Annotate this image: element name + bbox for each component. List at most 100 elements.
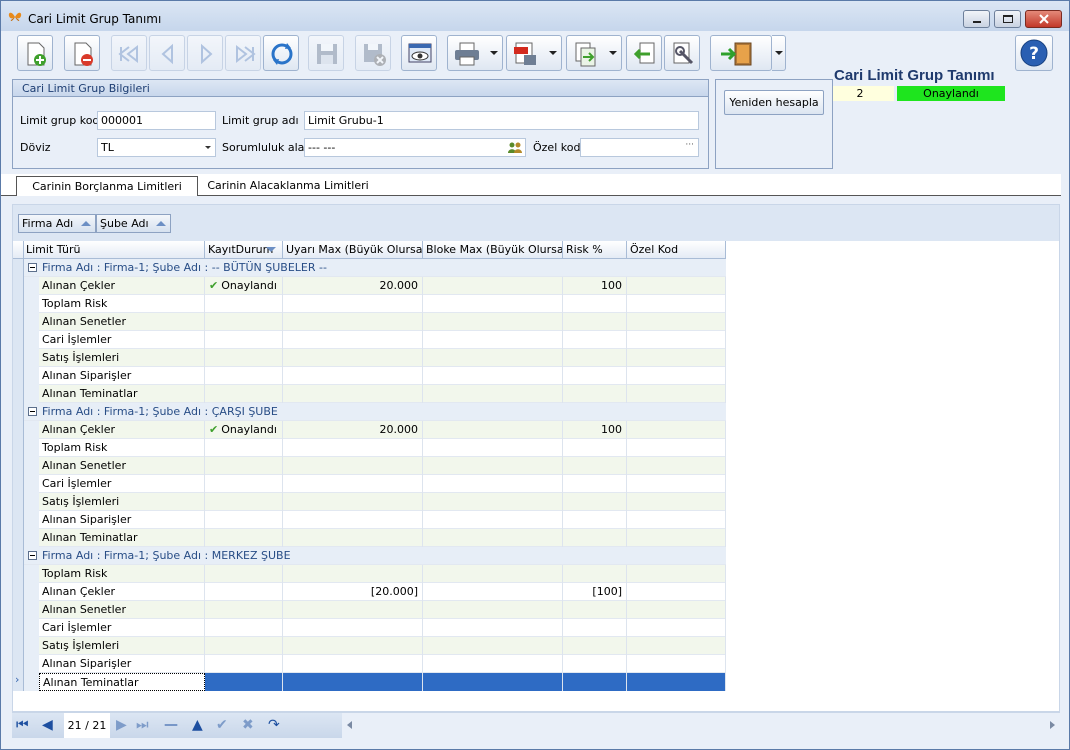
cell-status[interactable]	[205, 583, 283, 601]
row-indicator[interactable]	[13, 385, 24, 403]
cell-risk[interactable]	[563, 637, 627, 655]
cell-status[interactable]	[205, 349, 283, 367]
cell-risk[interactable]	[563, 601, 627, 619]
cell-block-max[interactable]	[423, 619, 563, 637]
cell-risk[interactable]: [100]	[563, 583, 627, 601]
scroll-right-icon[interactable]	[1050, 721, 1055, 729]
cell-status[interactable]	[205, 295, 283, 313]
table-row[interactable]: Alınan Teminatlar	[13, 529, 726, 547]
cell-block-max[interactable]	[423, 439, 563, 457]
collapse-icon[interactable]	[28, 551, 37, 560]
cell-warn-max[interactable]	[283, 619, 423, 637]
column-header-special-code[interactable]: Özel Kod	[627, 241, 726, 259]
row-indicator[interactable]	[13, 565, 24, 583]
last-record-button[interactable]	[225, 35, 261, 71]
cell-limit-type[interactable]: Alınan Senetler	[39, 313, 205, 331]
cell-block-max[interactable]	[423, 583, 563, 601]
cell-special-code[interactable]	[627, 277, 726, 295]
cell-block-max[interactable]	[423, 493, 563, 511]
special-code-input[interactable]: ···	[580, 138, 699, 157]
cell-limit-type[interactable]: Toplam Risk	[39, 295, 205, 313]
cell-status[interactable]	[205, 529, 283, 547]
row-indicator[interactable]	[13, 475, 24, 493]
cell-risk[interactable]	[563, 673, 627, 691]
cell-block-max[interactable]	[423, 637, 563, 655]
cell-special-code[interactable]	[627, 457, 726, 475]
recalculate-button[interactable]: Yeniden hesapla	[724, 90, 824, 115]
cell-warn-max[interactable]	[283, 439, 423, 457]
table-row[interactable]: › Alınan Teminatlar	[13, 673, 726, 691]
append-icon[interactable]: ▲	[192, 718, 203, 732]
group-row[interactable]: Firma Adı : Firma-1; Şube Adı : ÇARŞI ŞU…	[13, 403, 726, 421]
responsibility-input[interactable]: --- ---	[304, 138, 526, 157]
cell-limit-type[interactable]: Alınan Teminatlar	[39, 673, 205, 691]
table-row[interactable]: Alınan Senetler	[13, 313, 726, 331]
cell-risk[interactable]	[563, 385, 627, 403]
cell-risk[interactable]	[563, 313, 627, 331]
cell-block-max[interactable]	[423, 331, 563, 349]
cell-warn-max[interactable]	[283, 565, 423, 583]
cell-risk[interactable]	[563, 565, 627, 583]
cell-special-code[interactable]	[627, 367, 726, 385]
cell-block-max[interactable]	[423, 295, 563, 313]
cell-status[interactable]	[205, 475, 283, 493]
cell-status[interactable]	[205, 601, 283, 619]
cell-limit-type[interactable]: Alınan Çekler	[39, 421, 205, 439]
help-button[interactable]: ?	[1015, 35, 1053, 71]
cell-risk[interactable]: 100	[563, 421, 627, 439]
row-indicator[interactable]: ›	[13, 673, 24, 691]
row-indicator[interactable]	[13, 367, 24, 385]
cell-risk[interactable]	[563, 493, 627, 511]
cell-risk[interactable]: 100	[563, 277, 627, 295]
cell-block-max[interactable]	[423, 511, 563, 529]
cell-special-code[interactable]	[627, 655, 726, 673]
row-indicator[interactable]	[13, 457, 24, 475]
cell-block-max[interactable]	[423, 565, 563, 583]
new-button[interactable]	[17, 35, 53, 71]
cell-warn-max[interactable]	[283, 529, 423, 547]
table-row[interactable]: Cari İşlemler	[13, 331, 726, 349]
cell-special-code[interactable]	[627, 583, 726, 601]
cell-special-code[interactable]	[627, 565, 726, 583]
column-header-status[interactable]: KayıtDurum	[205, 241, 283, 259]
table-row[interactable]: Cari İşlemler	[13, 475, 726, 493]
table-row[interactable]: Toplam Risk	[13, 439, 726, 457]
preview-button[interactable]	[401, 35, 437, 71]
row-indicator[interactable]	[13, 601, 24, 619]
group-column-company[interactable]: Firma Adı	[18, 214, 96, 233]
maximize-button[interactable]	[994, 10, 1021, 28]
cell-status[interactable]	[205, 331, 283, 349]
row-indicator[interactable]	[13, 331, 24, 349]
refresh-button[interactable]	[263, 35, 299, 71]
row-indicator[interactable]	[13, 277, 24, 295]
cell-special-code[interactable]	[627, 475, 726, 493]
table-row[interactable]: Alınan Siparişler	[13, 655, 726, 673]
cell-block-max[interactable]	[423, 277, 563, 295]
next-icon[interactable]: ▶	[116, 718, 127, 732]
cell-status[interactable]: ✔ Onaylandı	[205, 277, 283, 295]
group-row[interactable]: Firma Adı : Firma-1; Şube Adı : MERKEZ Ş…	[13, 547, 726, 565]
cell-risk[interactable]	[563, 529, 627, 547]
collapse-icon[interactable]	[28, 263, 37, 272]
cell-status[interactable]	[205, 619, 283, 637]
cell-risk[interactable]	[563, 349, 627, 367]
last-icon[interactable]: ⏭	[136, 718, 149, 732]
column-header-risk[interactable]: Risk %	[563, 241, 627, 259]
users-icon[interactable]	[508, 141, 522, 154]
table-row[interactable]: Alınan Çekler ✔ Onaylandı 20.000 100	[13, 277, 726, 295]
table-row[interactable]: Satış İşlemleri	[13, 493, 726, 511]
row-indicator[interactable]	[13, 295, 24, 313]
cell-warn-max[interactable]: 20.000	[283, 277, 423, 295]
cell-special-code[interactable]	[627, 619, 726, 637]
table-row[interactable]: Alınan Senetler	[13, 601, 726, 619]
table-row[interactable]: Alınan Siparişler	[13, 367, 726, 385]
cell-limit-type[interactable]: Cari İşlemler	[39, 331, 205, 349]
row-indicator[interactable]	[13, 529, 24, 547]
cell-limit-type[interactable]: Alınan Çekler	[39, 277, 205, 295]
table-row[interactable]: Cari İşlemler	[13, 619, 726, 637]
remove-icon[interactable]: —	[164, 718, 178, 732]
row-indicator[interactable]	[13, 547, 24, 565]
cell-limit-type[interactable]: Alınan Siparişler	[39, 511, 205, 529]
cell-special-code[interactable]	[627, 439, 726, 457]
cell-special-code[interactable]	[627, 493, 726, 511]
